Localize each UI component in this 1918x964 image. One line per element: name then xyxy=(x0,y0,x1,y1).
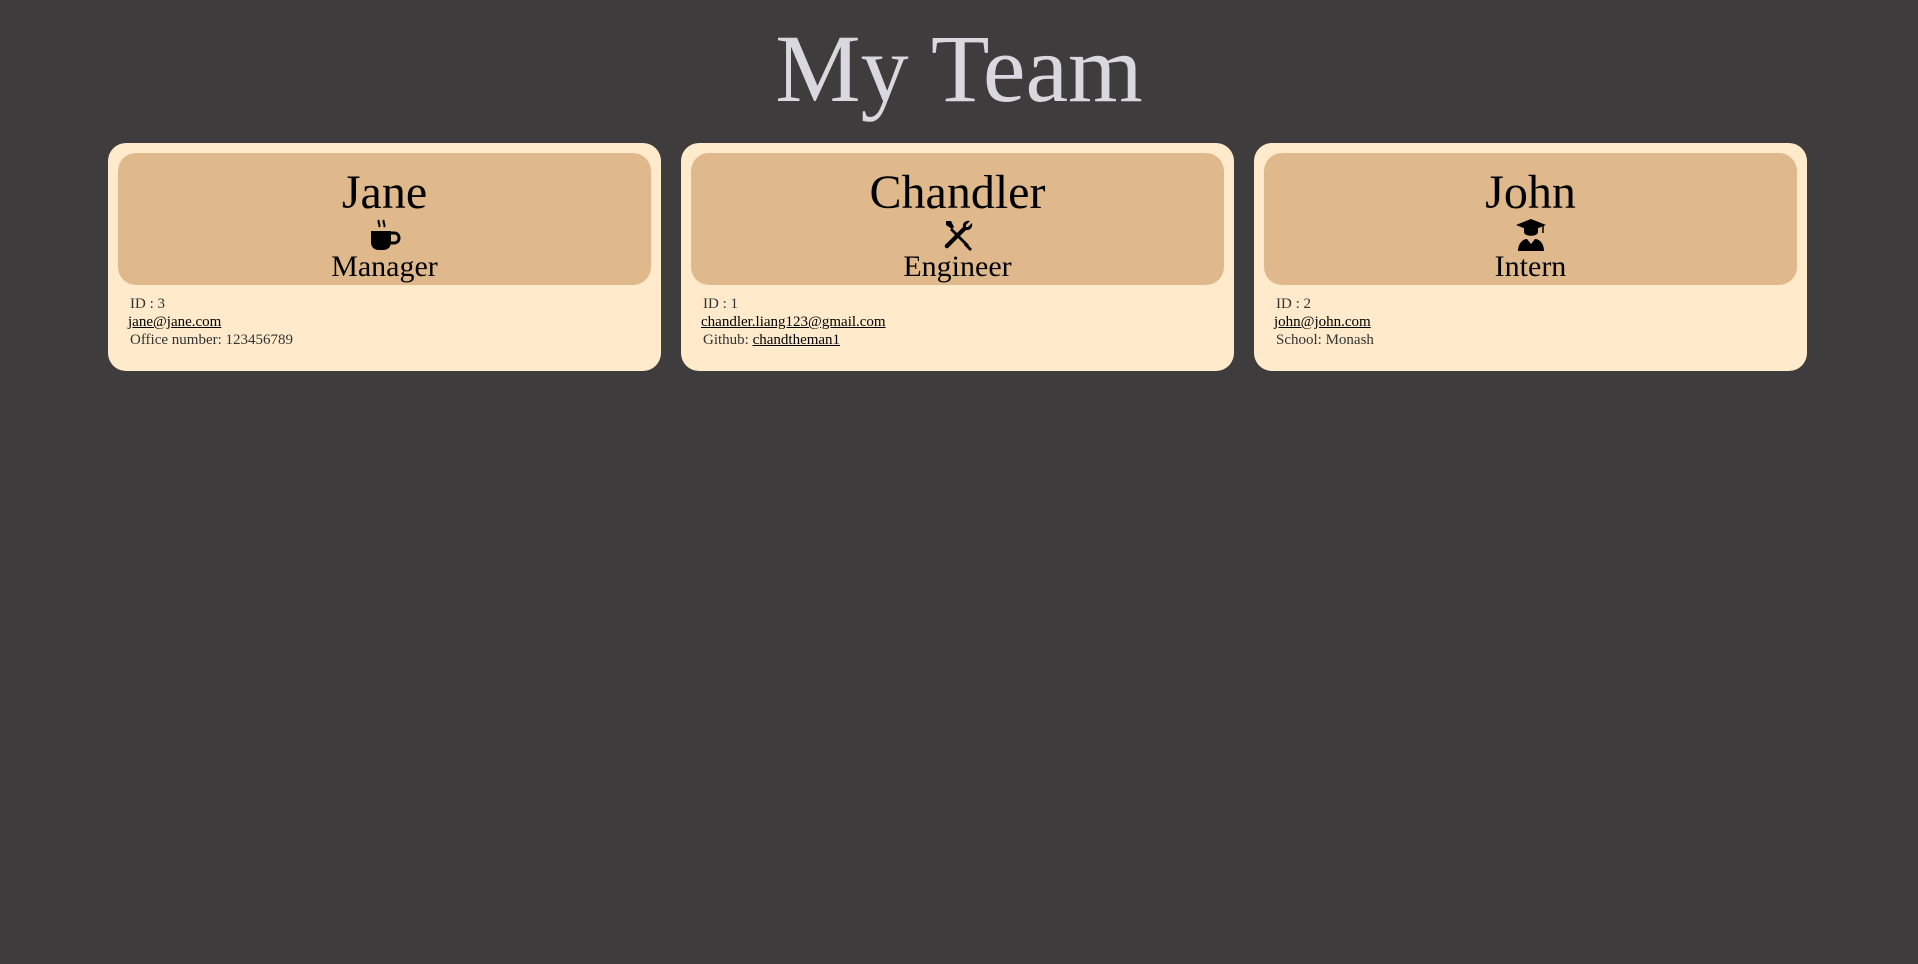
school-label: School: xyxy=(1276,332,1326,348)
employee-card-chandler: Chandler Engineer ID : 1 chandler.liang1… xyxy=(681,143,1234,371)
tools-icon xyxy=(944,220,972,251)
office-number-label: Office number: xyxy=(130,332,226,348)
employee-name: Chandler xyxy=(869,166,1046,219)
github-link[interactable]: chandtheman1 xyxy=(753,332,840,348)
school-line: School: Monash xyxy=(1274,331,1787,349)
card-header: Jane Manager xyxy=(118,153,651,285)
school-value: Monash xyxy=(1325,332,1374,348)
employee-name: Jane xyxy=(341,166,428,219)
card-header: Chandler Engineer xyxy=(691,153,1224,285)
email-line: chandler.liang123@gmail.com xyxy=(701,313,1214,331)
email-link[interactable]: chandler.liang123@gmail.com xyxy=(701,314,886,330)
page-title: My Team xyxy=(775,15,1143,122)
office-number-value: 123456789 xyxy=(225,332,294,348)
employee-role: Intern xyxy=(1494,250,1567,283)
employee-id: ID : 2 xyxy=(1276,296,1311,312)
github-label: Github: xyxy=(703,332,753,348)
employee-id: ID : 1 xyxy=(703,296,738,312)
email-link[interactable]: john@john.com xyxy=(1274,314,1371,330)
card-header: John Intern xyxy=(1264,153,1797,285)
card-details: ID : 2 john@john.com School: Monash xyxy=(1264,285,1797,349)
email-line: jane@jane.com xyxy=(128,313,641,331)
card-details: ID : 1 chandler.liang123@gmail.com Githu… xyxy=(691,285,1224,349)
employee-name: John xyxy=(1485,166,1576,219)
graduate-icon xyxy=(1515,219,1546,251)
card-details: ID : 3 jane@jane.com Office number: 1234… xyxy=(118,285,651,349)
email-line: john@john.com xyxy=(1274,313,1787,331)
github-line: Github: chandtheman1 xyxy=(701,331,1214,349)
employee-id: ID : 3 xyxy=(130,296,165,312)
office-number-line: Office number: 123456789 xyxy=(128,331,641,349)
employee-card-jane: Jane Manager ID : 3 jane@jane.com Office… xyxy=(108,143,661,371)
team-cards: Jane Manager ID : 3 jane@jane.com Office… xyxy=(108,143,1808,371)
employee-card-john: John Intern ID : 2 john@john.com School:… xyxy=(1254,143,1807,371)
employee-role: Engineer xyxy=(903,250,1012,283)
coffee-icon xyxy=(370,219,401,250)
email-link[interactable]: jane@jane.com xyxy=(128,314,221,330)
employee-role: Manager xyxy=(331,250,438,283)
